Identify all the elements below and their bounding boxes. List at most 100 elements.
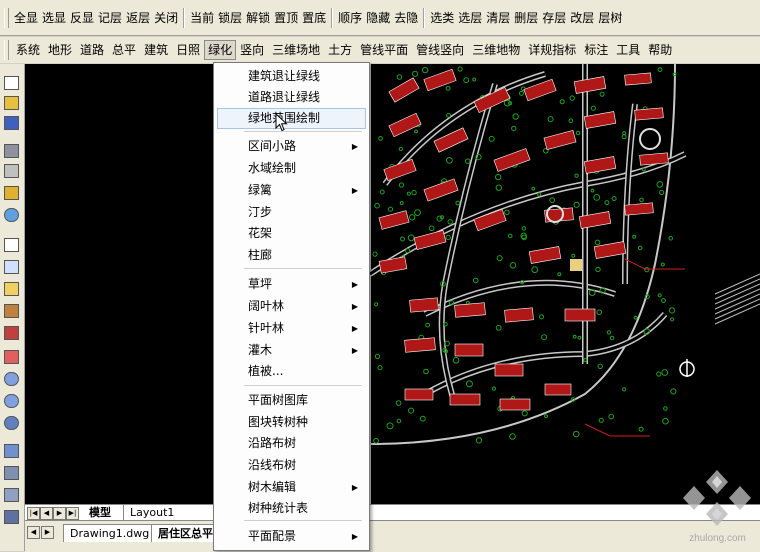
menu-4[interactable]: 建筑	[140, 41, 172, 59]
menu-item-6[interactable]: 汀步	[217, 202, 366, 223]
toolbar-button-15[interactable]: 选层	[456, 9, 484, 27]
copy-icon[interactable]	[4, 260, 19, 274]
menu-item-19[interactable]: 树种统计表	[217, 498, 366, 519]
toolbar-button-12[interactable]: 隐藏	[364, 9, 392, 27]
menu-1[interactable]: 地形	[44, 41, 76, 59]
toolbar-button-8[interactable]: 解锁	[244, 9, 272, 27]
open-folder-icon[interactable]	[4, 96, 19, 110]
tool-palette-icon[interactable]	[4, 488, 19, 502]
zoom-previous-icon[interactable]	[4, 416, 19, 430]
tree-symbol	[387, 206, 394, 212]
menu-item-14[interactable]: 平面树图库	[217, 390, 366, 411]
plot-preview-icon[interactable]	[4, 164, 19, 178]
file-next-button[interactable]: ▶	[41, 526, 54, 539]
match-properties-icon[interactable]	[4, 304, 19, 318]
menu-item-20[interactable]: 平面配景 ▶	[217, 526, 366, 547]
menu-2[interactable]: 道路	[76, 41, 108, 59]
scissors-icon[interactable]	[4, 238, 19, 252]
toolbar-button-13[interactable]: 去隐	[392, 9, 420, 27]
last-tab-button[interactable]: ▶|	[66, 507, 79, 520]
toolbar-button-19[interactable]: 改层	[568, 9, 596, 27]
menu-item-2[interactable]: 绿地范围绘制	[217, 108, 366, 129]
toolbar-button-17[interactable]: 删层	[512, 9, 540, 27]
toolbar-button-10[interactable]: 置底	[300, 9, 328, 27]
zoom-realtime-icon[interactable]	[4, 372, 19, 386]
menu-11[interactable]: 管线竖向	[412, 41, 468, 59]
menu-item-12[interactable]: 灌木 ▶	[217, 340, 366, 361]
toolbar-button-0[interactable]: 全显	[12, 9, 40, 27]
tree-symbol	[495, 173, 502, 181]
save-disk-icon[interactable]	[4, 116, 19, 130]
toolbar-separator	[183, 7, 186, 28]
menu-item-0[interactable]: 建筑退让绿线	[217, 66, 366, 87]
toolbar-button-1[interactable]: 选显	[40, 9, 68, 27]
publish-icon[interactable]	[4, 186, 19, 200]
tab-model[interactable]: 模型	[83, 505, 117, 520]
menu-item-17[interactable]: 沿线布树	[217, 455, 366, 476]
menu-item-5[interactable]: 绿篱 ▶	[217, 180, 366, 201]
toolbar-button-4[interactable]: 返层	[124, 9, 152, 27]
print-icon[interactable]	[4, 144, 19, 158]
brush-icon[interactable]	[4, 326, 19, 340]
tree-symbol	[571, 253, 576, 258]
menu-9[interactable]: 土方	[324, 41, 356, 59]
menu-6[interactable]: 绿化	[204, 40, 237, 60]
menu-8[interactable]: 三维场地	[268, 41, 324, 59]
menu-item-11[interactable]: 针叶林 ▶	[217, 318, 366, 339]
properties-icon[interactable]	[4, 444, 19, 458]
menu-14[interactable]: 标注	[580, 41, 612, 59]
menu-item-16[interactable]: 沿路布树	[217, 433, 366, 454]
file-prev-button[interactable]: ◀	[27, 526, 40, 539]
menu-item-8[interactable]: 柱廊	[217, 245, 366, 266]
toolbar-button-9[interactable]: 置顶	[272, 9, 300, 27]
toolbar-button-14[interactable]: 选类	[428, 9, 456, 27]
menu-16[interactable]: 帮助	[644, 41, 676, 59]
menu-item-9[interactable]: 草坪 ▶	[217, 274, 366, 295]
menu-item-4[interactable]: 水域绘制	[217, 158, 366, 179]
paste-icon[interactable]	[4, 282, 19, 296]
menu-item-10[interactable]: 阔叶林 ▶	[217, 296, 366, 317]
menu-item-3[interactable]: 区间小路 ▶	[217, 136, 366, 157]
globe-icon[interactable]	[4, 208, 19, 222]
prev-tab-button[interactable]: ◀	[40, 507, 53, 520]
menu-5[interactable]: 日照	[172, 41, 204, 59]
toolbar-button-6[interactable]: 当前	[188, 9, 216, 27]
drawing-canvas[interactable]	[25, 64, 760, 504]
menu-3[interactable]: 总平	[108, 41, 140, 59]
menu-item-18[interactable]: 树木编辑 ▶	[217, 477, 366, 498]
zoom-window-icon[interactable]	[4, 394, 19, 408]
menu-item-label: 柱廊	[248, 248, 273, 262]
toolbar-grip[interactable]	[4, 7, 9, 28]
toolbar-button-2[interactable]: 反显	[68, 9, 96, 27]
menu-0[interactable]: 系统	[12, 41, 44, 59]
menu-13[interactable]: 详规指标	[524, 41, 580, 59]
menu-item-7[interactable]: 花架	[217, 223, 366, 244]
menu-item-label: 建筑退让绿线	[248, 69, 321, 83]
design-center-icon[interactable]	[4, 466, 19, 480]
toolbar-button-20[interactable]: 层树	[596, 9, 624, 27]
menu-7[interactable]: 竖向	[236, 41, 268, 59]
menu-10[interactable]: 管线平面	[356, 41, 412, 59]
toolbar-button-11[interactable]: 顺序	[336, 9, 364, 27]
toolbar-button-5[interactable]: 关闭	[152, 9, 180, 27]
undo-icon[interactable]	[4, 350, 19, 364]
tree-symbol	[488, 135, 495, 142]
sheet-set-icon[interactable]	[4, 510, 19, 524]
toolbar-button-18[interactable]: 存层	[540, 9, 568, 27]
toolbar-button-7[interactable]: 锁层	[216, 9, 244, 27]
menu-15[interactable]: 工具	[612, 41, 644, 59]
file-tab-drawing1[interactable]: Drawing1.dwg	[63, 524, 157, 542]
menu-item-15[interactable]: 图块转树种	[217, 412, 366, 433]
tree-symbol	[590, 188, 595, 193]
menu-12[interactable]: 三维地物	[468, 41, 524, 59]
tab-layout1[interactable]: Layout1	[123, 505, 180, 520]
first-tab-button[interactable]: |◀	[27, 507, 40, 520]
menu-item-1[interactable]: 道路退让绿线	[217, 87, 366, 108]
tree-symbol	[656, 181, 664, 188]
menu-item-13[interactable]: 植被...	[217, 361, 366, 382]
next-tab-button[interactable]: ▶	[53, 507, 66, 520]
toolbar-button-3[interactable]: 记层	[96, 9, 124, 27]
menubar-grip[interactable]	[4, 40, 9, 60]
new-file-icon[interactable]	[4, 76, 19, 90]
toolbar-button-16[interactable]: 清层	[484, 9, 512, 27]
